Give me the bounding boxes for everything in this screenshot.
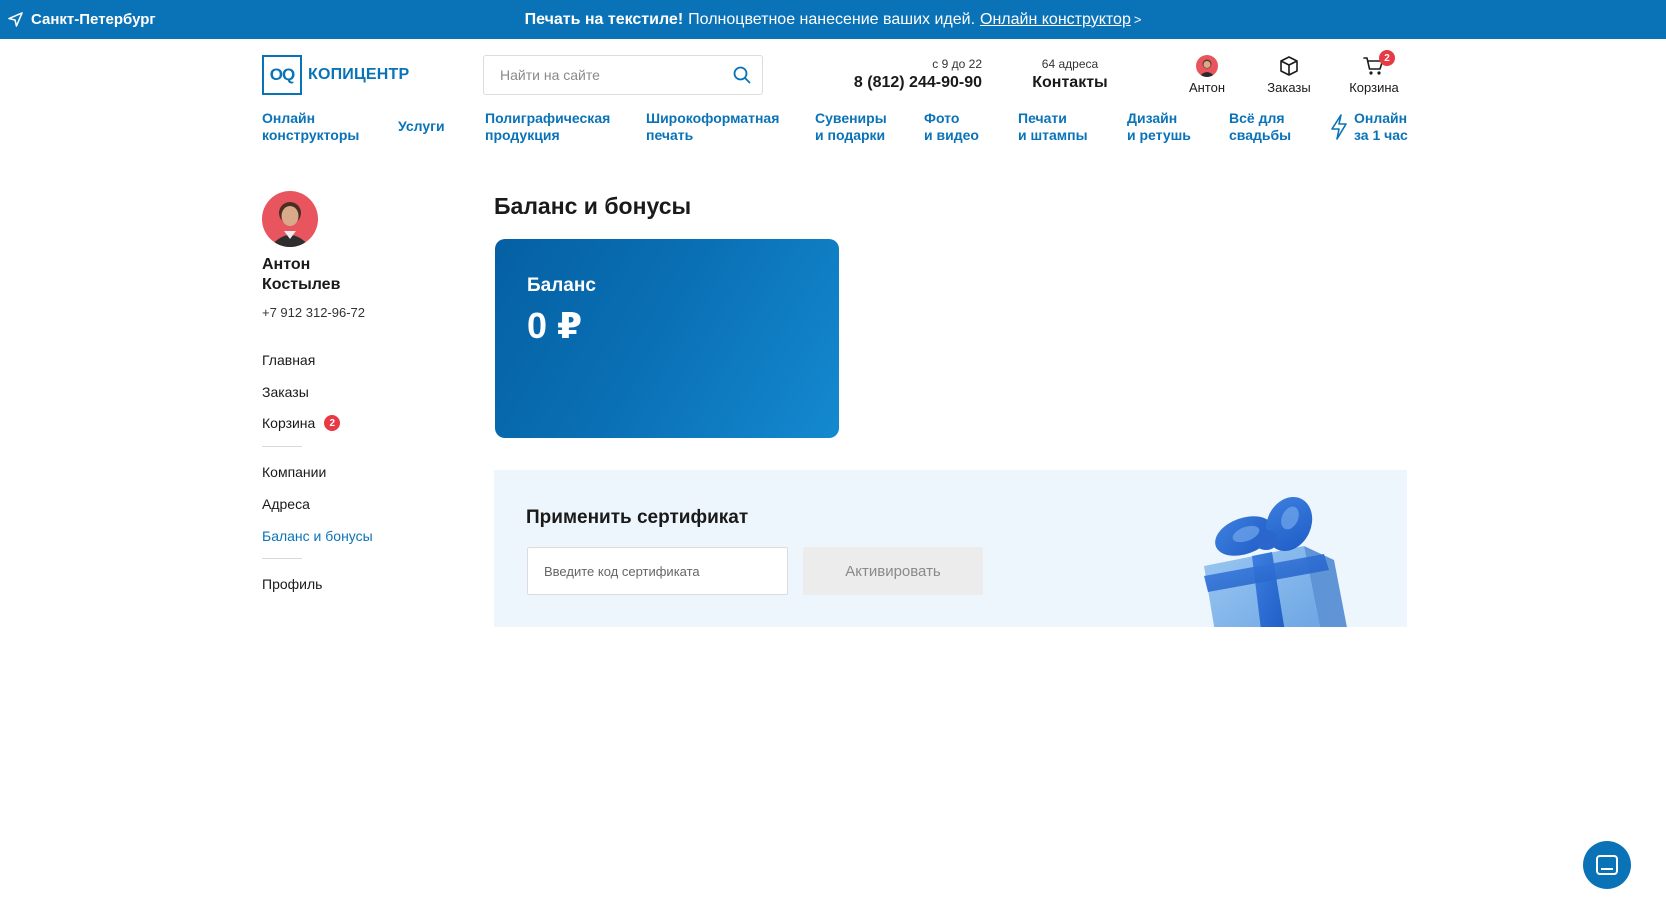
cart-button[interactable]: 2 Корзина bbox=[1339, 50, 1409, 95]
nav-line: и ретушь bbox=[1127, 127, 1191, 143]
sidebar-item-cart[interactable]: Корзина 2 bbox=[262, 415, 341, 431]
nav-line: и видео bbox=[924, 127, 979, 143]
working-hours: с 9 до 22 bbox=[932, 57, 982, 71]
nav-line: Полиграфическая bbox=[485, 110, 611, 126]
orders-label: Заказы bbox=[1267, 80, 1311, 95]
promo-text: Полноцветное нанесение ваших идей. bbox=[688, 10, 976, 28]
sidebar-item-label: Главная bbox=[262, 352, 316, 368]
cart-count-badge: 2 bbox=[324, 415, 341, 431]
sidebar-item-label: Корзина bbox=[262, 415, 316, 431]
user-last-name: Костылев bbox=[262, 276, 341, 293]
box-icon bbox=[1276, 54, 1302, 78]
nav-design[interactable]: Дизайн и ретушь bbox=[1127, 110, 1191, 144]
sidebar-item-home[interactable]: Главная bbox=[262, 352, 315, 368]
nav-line: за 1 час bbox=[1354, 127, 1408, 143]
certificate-title: Применить сертификат bbox=[526, 507, 749, 528]
user-menu[interactable]: Антон bbox=[1172, 54, 1242, 95]
promo-banner: Печать на текстиле! Полноцветное нанесен… bbox=[0, 0, 1666, 39]
main-nav: Онлайн конструкторы Услуги Полиграфическ… bbox=[0, 110, 1666, 150]
user-label: Антон bbox=[1188, 80, 1226, 95]
nav-online-1-hour[interactable]: Онлайн за 1 час bbox=[1331, 110, 1408, 144]
page-title: Баланс и бонусы bbox=[494, 193, 692, 219]
contacts-link[interactable]: Контакты bbox=[1015, 74, 1125, 92]
nav-line: Услуги bbox=[398, 118, 445, 134]
activate-button[interactable]: Активировать bbox=[803, 547, 983, 595]
logo-text: КОПИЦЕНТР bbox=[308, 66, 410, 83]
nav-wide-format[interactable]: Широкоформатная печать bbox=[646, 110, 779, 144]
nav-line: и штампы bbox=[1018, 127, 1088, 143]
nav-line: Всё для bbox=[1229, 110, 1285, 126]
nav-line: Дизайн bbox=[1127, 110, 1178, 126]
nav-photo-video[interactable]: Фото и видео bbox=[924, 110, 979, 144]
sidebar-item-companies[interactable]: Компании bbox=[262, 464, 326, 480]
nav-line: и подарки bbox=[815, 127, 886, 143]
sidebar-item-balance[interactable]: Баланс и бонусы bbox=[262, 528, 373, 544]
logo[interactable]: OQ КОПИЦЕНТР bbox=[262, 55, 409, 95]
certificate-panel: Применить сертификат Активировать bbox=[494, 470, 1407, 627]
sidebar-item-orders[interactable]: Заказы bbox=[262, 384, 309, 400]
nav-line: Печати bbox=[1018, 110, 1067, 126]
phone-link[interactable]: 8 (812) 244-90-90 bbox=[820, 74, 982, 92]
gift-icon bbox=[1204, 496, 1347, 627]
sidebar-item-label: Адреса bbox=[262, 496, 310, 512]
nav-line: конструкторы bbox=[262, 127, 360, 143]
nav-polygraphy[interactable]: Полиграфическая продукция bbox=[485, 110, 610, 144]
avatar bbox=[262, 191, 318, 247]
chevron-right-icon: > bbox=[1133, 12, 1142, 27]
sidebar-item-profile[interactable]: Профиль bbox=[262, 576, 322, 592]
nav-line: Онлайн bbox=[1354, 110, 1408, 126]
nav-stamps[interactable]: Печати и штампы bbox=[1018, 110, 1088, 144]
nav-line: Фото bbox=[924, 110, 960, 126]
addresses-count: 64 адреса bbox=[1041, 57, 1099, 71]
nav-online-constructors[interactable]: Онлайн конструкторы bbox=[262, 110, 359, 144]
balance-label: Баланс bbox=[527, 275, 596, 296]
chat-button[interactable] bbox=[1583, 841, 1631, 889]
sidebar-divider bbox=[262, 558, 302, 559]
nav-line: свадьбы bbox=[1229, 127, 1292, 143]
promo-bold: Печать на текстиле! bbox=[524, 10, 684, 28]
search-input[interactable] bbox=[484, 56, 722, 94]
sidebar-item-label: Профиль bbox=[262, 576, 323, 592]
promo-link[interactable]: Онлайн конструктор bbox=[980, 11, 1131, 29]
search-box bbox=[483, 55, 763, 95]
logo-mark: OQ bbox=[262, 55, 302, 95]
balance-card: Баланс 0 ₽ bbox=[495, 239, 839, 438]
sidebar-item-label: Заказы bbox=[262, 384, 309, 400]
lightning-icon bbox=[1331, 114, 1347, 140]
search-icon[interactable] bbox=[722, 56, 762, 94]
nav-line: продукция bbox=[485, 127, 560, 143]
nav-services[interactable]: Услуги bbox=[398, 118, 445, 135]
nav-line: Сувениры bbox=[815, 110, 887, 126]
user-phone: +7 912 312-96-72 bbox=[262, 305, 366, 320]
cart-label: Корзина bbox=[1349, 80, 1399, 95]
balance-value: 0 ₽ bbox=[527, 305, 583, 346]
sidebar-divider bbox=[262, 446, 302, 447]
certificate-code-input[interactable] bbox=[527, 547, 788, 595]
user-name: Антон Костылев bbox=[262, 255, 412, 295]
top-banner: Санкт-Петербург Печать на текстиле! Полн… bbox=[0, 0, 1666, 39]
nav-line: Широкоформатная bbox=[646, 110, 780, 126]
nav-wedding[interactable]: Всё для свадьбы bbox=[1229, 110, 1291, 144]
user-first-name: Антон bbox=[262, 256, 311, 273]
nav-souvenirs[interactable]: Сувениры и подарки bbox=[815, 110, 887, 144]
nav-line: печать bbox=[646, 127, 694, 143]
sidebar-item-label: Компании bbox=[262, 464, 327, 480]
nav-line: Онлайн bbox=[262, 110, 316, 126]
user-avatar-icon bbox=[1196, 55, 1218, 77]
sidebar-item-addresses[interactable]: Адреса bbox=[262, 496, 310, 512]
orders-button[interactable]: Заказы bbox=[1254, 54, 1324, 95]
sidebar-item-label: Баланс и бонусы bbox=[262, 528, 373, 544]
chat-icon bbox=[1596, 855, 1618, 875]
cart-badge: 2 bbox=[1379, 50, 1395, 66]
cart-icon: 2 bbox=[1361, 50, 1395, 78]
